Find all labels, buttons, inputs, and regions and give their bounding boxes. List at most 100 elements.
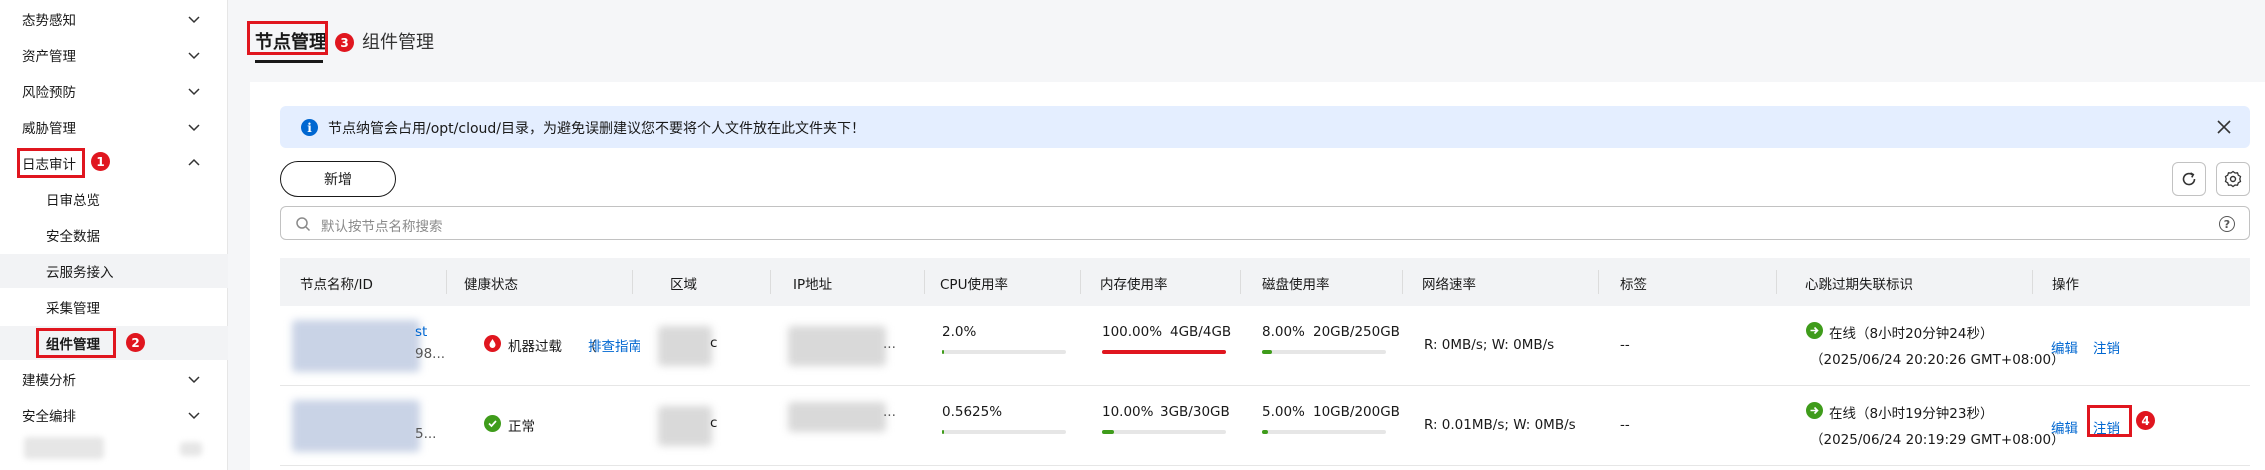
sidebar-item-label: 安全编排 xyxy=(22,409,76,425)
sidebar-item-cloud-service-access[interactable]: 云服务接入 xyxy=(0,254,228,288)
sidebar-item-label: 云服务接入 xyxy=(46,265,114,281)
heartbeat-time: （2025/06/24 20:20:26 GMT+08:00） xyxy=(1810,352,2065,368)
sidebar-item-security-data[interactable]: 安全数据 xyxy=(0,218,228,252)
region-text: c xyxy=(710,335,718,351)
check-icon xyxy=(484,415,501,432)
annotation-box xyxy=(17,148,85,178)
sidebar-item-security-orchestration[interactable]: 安全编排 xyxy=(0,398,228,432)
edit-link[interactable]: 编辑 xyxy=(2051,337,2078,357)
column-header-ip: IP地址 xyxy=(793,277,833,293)
ip-text: ... xyxy=(883,404,896,420)
troubleshoot-guide-link[interactable]: 排查指南 xyxy=(588,335,640,355)
health-status-text: 机器过载 xyxy=(508,339,562,355)
settings-button[interactable] xyxy=(2216,162,2250,196)
chevron-up-icon xyxy=(188,158,200,166)
sidebar-item-asset-management[interactable]: 资产管理 xyxy=(0,38,228,72)
memory-usage-text: 10.00% xyxy=(1102,404,1154,420)
refresh-icon xyxy=(2182,172,2196,186)
sidebar-item-label: 资产管理 xyxy=(22,49,76,65)
refresh-button[interactable] xyxy=(2172,162,2206,196)
disk-usage-text: 8.00% xyxy=(1262,324,1305,340)
table-row: 5... 正常 c ... 0.5625% 10.00% 3GB/30GB 5.… xyxy=(280,386,2250,466)
sidebar-item-label: 安全数据 xyxy=(46,229,100,245)
redacted-nav-item xyxy=(24,437,104,459)
table-row: st 98... 机器过载 （ 排查指南 c ... 2.0% 100.00% … xyxy=(280,306,2250,386)
sidebar-item-label: 威胁管理 xyxy=(22,121,76,137)
sidebar-item-threat-management[interactable]: 威胁管理 xyxy=(0,110,228,144)
sidebar-item-collection-management[interactable]: 采集管理 xyxy=(0,290,228,324)
chevron-down-icon xyxy=(188,376,200,384)
tags-text: -- xyxy=(1620,337,1630,353)
chevron-down-icon xyxy=(188,52,200,60)
column-header-disk: 磁盘使用率 xyxy=(1262,277,1330,293)
sidebar-item-situational-awareness[interactable]: 态势感知 xyxy=(0,2,228,36)
disk-usage-text: 5.00% xyxy=(1262,404,1305,420)
edit-link[interactable]: 编辑 xyxy=(2051,417,2078,437)
column-header-region: 区域 xyxy=(670,277,697,293)
heartbeat-status: 在线（8小时19分钟23秒） xyxy=(1829,406,1994,422)
redacted-region xyxy=(658,406,712,446)
sidebar-item-label: 风险预防 xyxy=(22,85,76,101)
health-status-text: 正常 xyxy=(508,419,535,435)
tags-text: -- xyxy=(1620,417,1630,433)
sidebar-item-audit-overview[interactable]: 日审总览 xyxy=(0,182,228,216)
cpu-usage-text: 2.0% xyxy=(942,324,977,340)
heartbeat-status: 在线（8小时20分钟24秒） xyxy=(1829,326,1994,342)
column-header-network: 网络速率 xyxy=(1422,277,1476,293)
node-id: 98... xyxy=(415,346,446,362)
chevron-down-icon xyxy=(188,124,200,132)
cpu-usage-bar xyxy=(942,350,1066,354)
redacted-node-name xyxy=(292,400,420,452)
deregister-link[interactable]: 注销 xyxy=(2093,337,2120,357)
sidebar-item-label: 态势感知 xyxy=(22,13,76,29)
disk-size-text: 10GB/200GB xyxy=(1313,404,1400,420)
overload-icon xyxy=(484,335,501,352)
close-icon[interactable] xyxy=(2214,117,2234,137)
sidebar-item-modeling-analysis[interactable]: 建模分析 xyxy=(0,362,228,396)
column-header-heartbeat: 心跳过期失联标识 xyxy=(1805,277,1913,293)
tab-component-management[interactable]: 组件管理 xyxy=(362,28,434,54)
alert-text: 节点纳管会占用/opt/cloud/目录，为避免误删建议您不要将个人文件放在此文… xyxy=(328,121,866,137)
search-icon xyxy=(296,217,311,232)
memory-size-text: 3GB/30GB xyxy=(1160,404,1230,420)
online-icon xyxy=(1806,322,1823,339)
add-button[interactable]: 新增 xyxy=(280,161,396,197)
sidebar: 态势感知 资产管理 风险预防 威胁管理 日志审计 日审总览 安全数据 云服务接入… xyxy=(0,0,228,470)
annotation-step-badge: 1 xyxy=(91,152,110,171)
gear-icon xyxy=(2224,170,2242,188)
chevron-down-icon xyxy=(188,16,200,24)
sidebar-item-label: 日审总览 xyxy=(46,193,100,209)
search-placeholder: 默认按节点名称搜索 xyxy=(321,219,443,235)
chevron-down-icon xyxy=(188,88,200,96)
disk-usage-bar xyxy=(1262,430,1386,434)
memory-usage-text: 100.00% xyxy=(1102,324,1163,340)
node-name-link[interactable]: st xyxy=(415,324,427,340)
sidebar-item-risk-prevention[interactable]: 风险预防 xyxy=(0,74,228,108)
help-icon[interactable]: ? xyxy=(2219,216,2235,232)
online-icon xyxy=(1806,402,1823,419)
column-header-cpu: CPU使用率 xyxy=(940,277,1008,293)
cpu-usage-text: 0.5625% xyxy=(942,404,1003,420)
redacted-nav-chevron xyxy=(180,442,202,456)
memory-size-text: 4GB/4GB xyxy=(1170,324,1232,340)
column-header-tags: 标签 xyxy=(1620,277,1647,293)
heartbeat-time: （2025/06/24 20:19:29 GMT+08:00） xyxy=(1810,432,2065,448)
network-rate-text: R: 0MB/s; W: 0MB/s xyxy=(1424,337,1555,353)
redacted-node-name xyxy=(292,320,420,372)
column-header-name: 节点名称/ID xyxy=(300,277,373,293)
redacted-region xyxy=(658,326,712,366)
column-header-health: 健康状态 xyxy=(464,277,518,293)
node-id: 5... xyxy=(415,426,437,442)
search-input[interactable]: 默认按节点名称搜索 ? xyxy=(280,206,2250,240)
annotation-box xyxy=(247,21,328,55)
disk-usage-bar xyxy=(1262,350,1386,354)
sidebar-item-label: 采集管理 xyxy=(46,301,100,317)
memory-usage-bar xyxy=(1102,350,1226,354)
redacted-ip xyxy=(788,402,886,432)
active-tab-indicator xyxy=(255,60,323,63)
annotation-box xyxy=(36,328,116,358)
network-rate-text: R: 0.01MB/s; W: 0MB/s xyxy=(1424,417,1576,433)
sidebar-item-label: 建模分析 xyxy=(22,373,76,389)
memory-usage-bar xyxy=(1102,430,1226,434)
info-icon: i xyxy=(301,119,318,136)
